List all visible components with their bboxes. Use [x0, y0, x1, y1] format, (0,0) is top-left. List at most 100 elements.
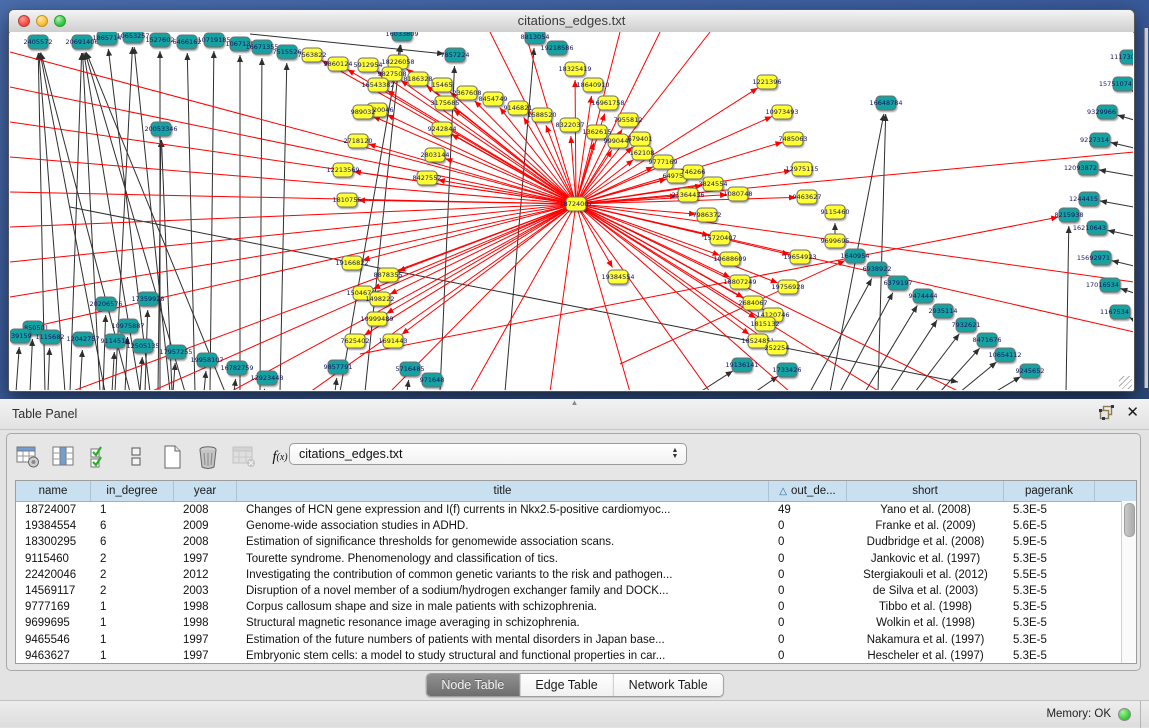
cell-year[interactable]: 1997: [174, 553, 237, 565]
graph-edge[interactable]: [140, 357, 142, 390]
merge-rows-icon[interactable]: [123, 444, 149, 470]
checklist-icon[interactable]: [87, 444, 113, 470]
column-header-out_degree[interactable]: △out_de...: [769, 481, 847, 501]
table-selector-dropdown[interactable]: citations_edges.txt ▲▼: [289, 443, 687, 465]
graph-edge[interactable]: [260, 58, 262, 390]
graph-node[interactable]: 2935114: [929, 304, 958, 318]
graph-edge[interactable]: [358, 200, 576, 204]
graph-node[interactable]: 7485063: [779, 132, 808, 146]
graph-edge[interactable]: [373, 116, 576, 204]
cell-title[interactable]: Genome-wide association studies in ADHD.: [237, 520, 769, 532]
graph-node[interactable]: 18325419: [558, 62, 591, 76]
table-row[interactable]: 1938455462009Genome-wide association stu…: [16, 518, 1136, 534]
graph-node[interactable]: 10975887: [111, 319, 144, 333]
table-settings-icon[interactable]: [15, 444, 41, 470]
graph-node[interactable]: 16210643: [1073, 221, 1107, 235]
cell-pagerank[interactable]: 5.3E-5: [1004, 650, 1095, 662]
graph-edge[interactable]: [960, 362, 997, 390]
graph-edge[interactable]: [390, 204, 576, 294]
graph-node[interactable]: 3824554: [699, 177, 728, 191]
column-header-title[interactable]: title: [237, 481, 769, 501]
cell-name[interactable]: 22420046: [16, 569, 91, 581]
graph-edge[interactable]: [112, 352, 114, 390]
graph-edge[interactable]: [1112, 261, 1133, 266]
graph-node[interactable]: 2405572: [24, 35, 53, 49]
table-row[interactable]: 946362711997Embryonic stem cells: a mode…: [16, 648, 1136, 664]
graph-node[interactable]: 16033809: [385, 32, 418, 41]
graph-edge[interactable]: [575, 80, 576, 204]
graph-node[interactable]: 8186328: [404, 72, 433, 86]
cell-short[interactable]: Jankovic et al. (1997): [847, 553, 1004, 565]
graph-node[interactable]: 1117304: [1110, 50, 1133, 64]
cell-short[interactable]: Wolkin et al. (1998): [847, 617, 1004, 629]
cell-in_degree[interactable]: 1: [91, 634, 174, 646]
graph-node[interactable]: 1498222: [366, 292, 395, 306]
graph-edge[interactable]: [1108, 230, 1133, 236]
graph-node[interactable]: 15692971: [1077, 251, 1111, 265]
graph-edge[interactable]: [810, 279, 872, 390]
graph-edge[interactable]: [1132, 90, 1133, 92]
graph-node[interactable]: 7563822: [298, 48, 327, 62]
graph-node[interactable]: 7986372: [693, 208, 722, 222]
table-row[interactable]: 911546021997Tourette syndrome. Phenomeno…: [16, 551, 1136, 567]
cell-in_degree[interactable]: 2: [91, 585, 174, 597]
graph-edge[interactable]: [890, 320, 937, 390]
cell-pagerank[interactable]: 5.5E-5: [1004, 569, 1095, 581]
cell-short[interactable]: Tibbo et al. (1998): [847, 601, 1004, 613]
cell-in_degree[interactable]: 2: [91, 553, 174, 565]
graph-node[interactable]: 1810755: [333, 193, 362, 207]
trash-icon[interactable]: [195, 444, 221, 470]
graph-node[interactable]: 252254: [765, 341, 790, 355]
graph-node[interactable]: 7625402: [341, 334, 370, 348]
graph-node[interactable]: 7857224: [441, 48, 470, 62]
graph-node[interactable]: 8878355: [374, 268, 403, 282]
graph-node[interactable]: 15465: [432, 78, 453, 92]
network-canvas[interactable]: 1872400775638229860124591295418226058982…: [10, 32, 1133, 390]
graph-node[interactable]: 19218586: [540, 41, 573, 55]
graph-edge[interactable]: [363, 204, 576, 260]
cell-year[interactable]: 2003: [174, 585, 237, 597]
graph-edge[interactable]: [234, 379, 236, 390]
cell-year[interactable]: 2008: [174, 536, 237, 548]
cell-pagerank[interactable]: 5.3E-5: [1004, 601, 1095, 613]
table-row[interactable]: 946554611997Estimation of the future num…: [16, 632, 1136, 648]
graph-node[interactable]: 1588520: [528, 108, 557, 122]
graph-edge[interactable]: [407, 380, 409, 390]
graph-edge[interactable]: [1118, 115, 1133, 120]
graph-node[interactable]: 12093872: [1064, 161, 1098, 175]
cell-in_degree[interactable]: 1: [91, 504, 174, 516]
graph-node[interactable]: 20206576: [89, 297, 122, 311]
graph-node[interactable]: 8813054: [521, 32, 550, 44]
graph-node[interactable]: 1167534: [1100, 305, 1130, 319]
cell-title[interactable]: Investigating the contribution of common…: [237, 569, 769, 581]
cell-name[interactable]: 9463627: [16, 650, 91, 662]
cell-out_degree[interactable]: 0: [769, 553, 847, 565]
cell-pagerank[interactable]: 5.3E-5: [1004, 504, 1095, 516]
graph-node[interactable]: 17016534: [1086, 278, 1120, 292]
graph-node[interactable]: 15751074: [1099, 77, 1133, 91]
graph-node[interactable]: 9227314: [1080, 133, 1110, 147]
graph-edge[interactable]: [1100, 201, 1133, 207]
graph-node[interactable]: 9245652: [1016, 364, 1045, 378]
float-panel-icon[interactable]: [1099, 405, 1114, 420]
graph-node[interactable]: 15720407: [703, 231, 736, 245]
graph-node[interactable]: 989032: [351, 105, 376, 119]
table-row[interactable]: 969969511998Structural magnetic resonanc…: [16, 615, 1136, 631]
cell-out_degree[interactable]: 0: [769, 650, 847, 662]
graph-node[interactable]: 971648: [420, 373, 445, 387]
graph-node[interactable]: 18807249: [723, 275, 756, 289]
graph-node[interactable]: 746266: [681, 165, 706, 179]
graph-edge[interactable]: [264, 389, 265, 390]
graph-edge[interactable]: [576, 204, 1133, 332]
cell-year[interactable]: 1998: [174, 617, 237, 629]
graph-edge[interactable]: [30, 339, 32, 390]
cell-in_degree[interactable]: 6: [91, 520, 174, 532]
cell-in_degree[interactable]: 2: [91, 569, 174, 581]
cell-out_degree[interactable]: 49: [769, 504, 847, 516]
cell-short[interactable]: Hescheler et al. (1997): [847, 650, 1004, 662]
graph-edge[interactable]: [173, 363, 175, 390]
cell-name[interactable]: 9115460: [16, 553, 91, 565]
tab-edge-table[interactable]: Edge Table: [520, 674, 613, 696]
table-row[interactable]: 1872400712008Changes of HCN gene express…: [16, 502, 1136, 518]
table-row[interactable]: 977716911998Corpus callosum shape and si…: [16, 599, 1136, 615]
